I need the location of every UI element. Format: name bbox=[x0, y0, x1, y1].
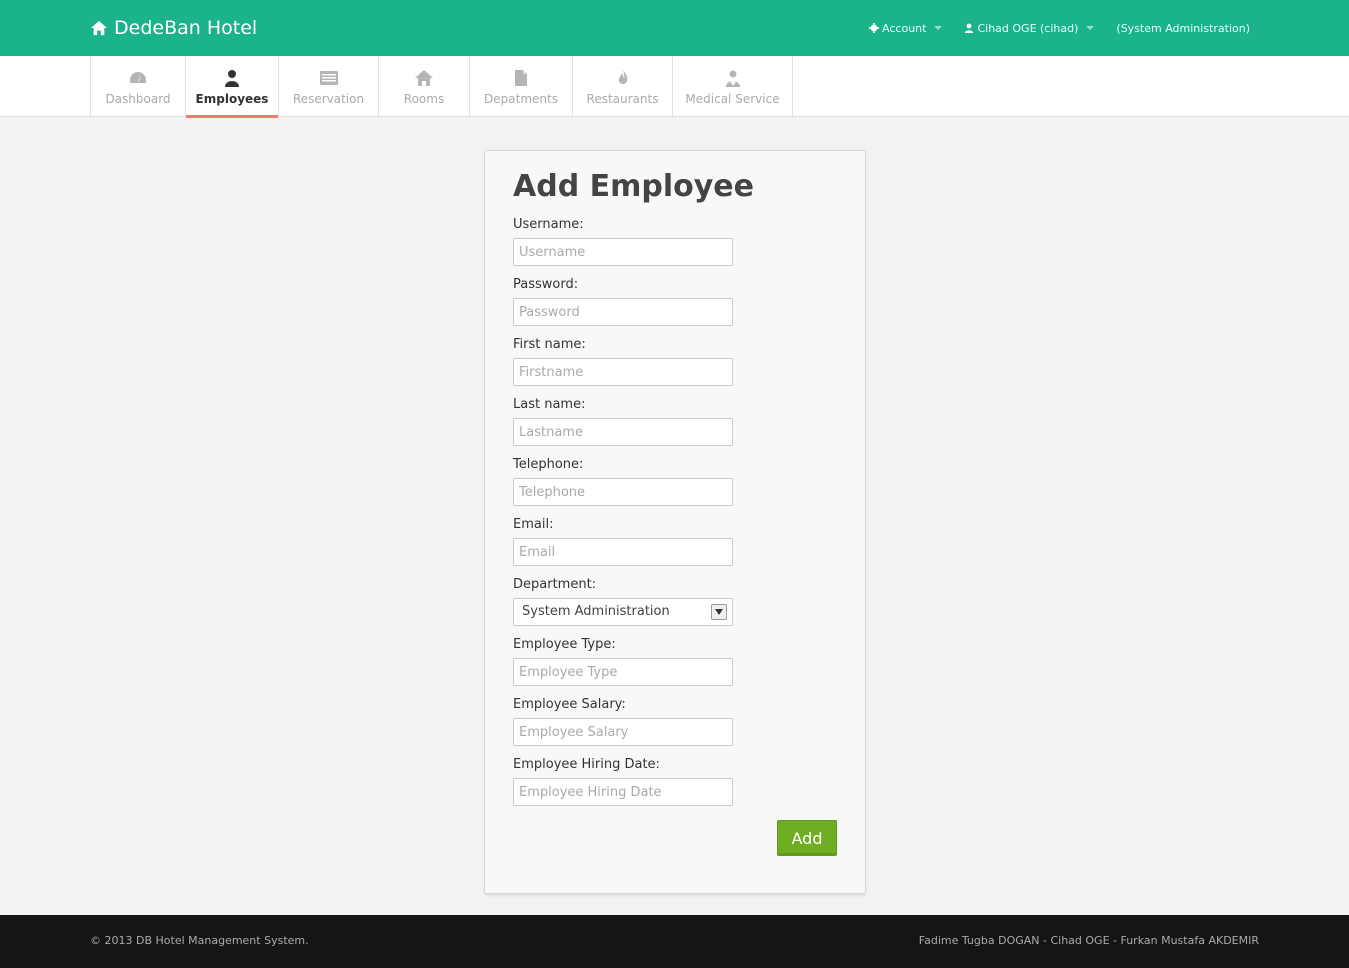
employee-type-label: Employee Type: bbox=[513, 637, 616, 652]
brand-title: DedeBan Hotel bbox=[114, 17, 258, 39]
tab-label: Restaurants bbox=[586, 92, 659, 106]
tab-label: Dashboard bbox=[105, 92, 171, 106]
user-icon bbox=[225, 70, 239, 87]
chevron-down-icon bbox=[711, 604, 727, 620]
tab-label: Depatments bbox=[484, 92, 558, 106]
user-label: Cihad OGE (cihad) bbox=[977, 21, 1079, 35]
username-input[interactable] bbox=[513, 238, 733, 266]
tab-departments[interactable]: Depatments bbox=[469, 56, 572, 117]
email-label: Email: bbox=[513, 517, 554, 532]
employee-salary-label: Employee Salary: bbox=[513, 697, 626, 712]
tab-label: Medical Service bbox=[685, 92, 780, 106]
list-icon bbox=[319, 71, 338, 85]
tab-rooms[interactable]: Rooms bbox=[378, 56, 469, 117]
hiring-date-label: Employee Hiring Date: bbox=[513, 757, 660, 772]
role-label: (System Administration) bbox=[1116, 22, 1250, 35]
telephone-label: Telephone: bbox=[513, 457, 584, 472]
footer-authors: Fadime Tugba DOGAN - Cihad OGE - Furkan … bbox=[918, 934, 1259, 947]
department-select[interactable]: System Administration bbox=[513, 598, 733, 626]
doctor-icon bbox=[725, 70, 740, 87]
department-value: System Administration bbox=[522, 604, 670, 619]
lastname-input[interactable] bbox=[513, 418, 733, 446]
password-label: Password: bbox=[513, 277, 579, 292]
tab-label: Rooms bbox=[403, 92, 445, 106]
employee-type-input[interactable] bbox=[513, 658, 733, 686]
brand-link[interactable]: DedeBan Hotel bbox=[90, 14, 257, 42]
firstname-label: First name: bbox=[513, 337, 586, 352]
home-icon bbox=[91, 20, 107, 36]
account-menu[interactable]: Account bbox=[869, 21, 943, 35]
email-input[interactable] bbox=[513, 538, 733, 566]
file-icon bbox=[515, 70, 527, 86]
tab-label: Reservation bbox=[292, 92, 365, 106]
top-navbar: DedeBan Hotel Account Cihad OGE (cihad) … bbox=[0, 0, 1349, 56]
footer-copyright: © 2013 DB Hotel Management System. bbox=[90, 934, 309, 947]
tab-employees[interactable]: Employees bbox=[185, 56, 278, 118]
tab-label: Employees bbox=[195, 92, 269, 106]
user-icon bbox=[965, 23, 974, 33]
chevron-down-icon bbox=[1086, 26, 1095, 30]
role-text: (System Administration) bbox=[1116, 21, 1250, 35]
user-menu[interactable]: Cihad OGE (cihad) bbox=[964, 21, 1095, 35]
fire-icon bbox=[618, 70, 627, 84]
footer: © 2013 DB Hotel Management System. Fadim… bbox=[0, 915, 1349, 968]
tab-reservation[interactable]: Reservation bbox=[278, 56, 378, 117]
home-icon bbox=[415, 70, 433, 86]
add-button[interactable]: Add bbox=[777, 820, 837, 856]
firstname-input[interactable] bbox=[513, 358, 733, 386]
account-label: Account bbox=[882, 21, 927, 35]
page-title: Add Employee bbox=[513, 169, 754, 204]
employee-salary-input[interactable] bbox=[513, 718, 733, 746]
top-nav-menu: Account Cihad OGE (cihad) (System Admini… bbox=[869, 18, 1250, 38]
tab-medical-service[interactable]: Medical Service bbox=[672, 56, 793, 117]
lastname-label: Last name: bbox=[513, 397, 586, 412]
telephone-input[interactable] bbox=[513, 478, 733, 506]
dashboard-icon bbox=[130, 72, 146, 83]
department-label: Department: bbox=[513, 577, 597, 592]
username-label: Username: bbox=[513, 217, 584, 232]
add-employee-card: Add Employee Username: Password: First n… bbox=[484, 150, 866, 894]
main-tabs-bar: Dashboard Employees Reservation Rooms De… bbox=[0, 56, 1349, 118]
tab-restaurants[interactable]: Restaurants bbox=[572, 56, 672, 117]
password-input[interactable] bbox=[513, 298, 733, 326]
hiring-date-input[interactable] bbox=[513, 778, 733, 806]
tab-dashboard[interactable]: Dashboard bbox=[90, 56, 185, 117]
chevron-down-icon bbox=[934, 26, 943, 30]
gear-icon bbox=[869, 23, 880, 33]
